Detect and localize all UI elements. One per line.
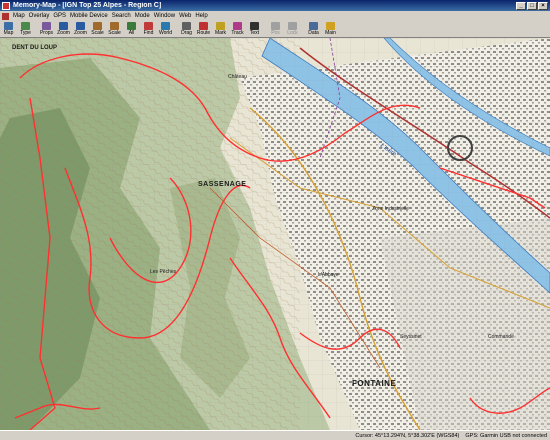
label-commande: Commande [488, 334, 514, 340]
toolbar-label: Main [325, 30, 336, 36]
data-icon [309, 22, 318, 30]
lock-icon [288, 22, 297, 30]
toolbar-button-props-2[interactable]: Props [38, 21, 55, 36]
zoom-in-icon [59, 22, 68, 30]
cursor-position: Cursor: 45°13.294'N, 5°38.302'E (WGS84) [355, 432, 460, 439]
minimize-button[interactable]: _ [516, 1, 526, 10]
app-icon [2, 1, 10, 10]
document-icon[interactable] [2, 12, 9, 20]
title-bar: Memory-Map - [IGN Top 25 Alpes - Region … [0, 0, 550, 11]
mark-icon [216, 22, 225, 30]
menu-mobile-device[interactable]: Mobile Device [68, 13, 110, 19]
find-icon [144, 22, 153, 30]
label-dent: DENT DU LOUP [12, 45, 57, 51]
toolbar-button-data-17[interactable]: Data [305, 21, 322, 36]
toolbar-button-zoom-3[interactable]: Zoom [55, 21, 72, 36]
toolbar-label: Route [196, 30, 211, 36]
world-icon [161, 22, 170, 30]
toolbar-label: Lock [287, 30, 298, 36]
all-icon [127, 22, 136, 30]
toolbar-button-all-7[interactable]: All [123, 21, 140, 36]
toolbar-label: All [128, 30, 135, 36]
toolbar-button-scale-5[interactable]: Scale [89, 21, 106, 36]
menu-search[interactable]: Search [110, 13, 133, 19]
position-icon [271, 22, 280, 30]
toolbar-label: Props [39, 30, 54, 36]
window-title: Memory-Map - [IGN Top 25 Alpes - Region … [13, 2, 162, 9]
gps-status: GPS: Garmin USB not connected [465, 432, 547, 439]
maximize-button[interactable]: □ [527, 1, 537, 10]
menu-web[interactable]: Web [177, 13, 193, 19]
toolbar-label: Find [143, 30, 154, 36]
track-icon [233, 22, 242, 30]
toolbar-button-route-11[interactable]: Route [195, 21, 212, 36]
props-icon [42, 22, 51, 30]
toolbar-label: Text [249, 30, 260, 36]
scale-icon [93, 22, 102, 30]
map-icon [4, 22, 13, 30]
main-icon [326, 22, 335, 30]
toolbar-label: Scale [91, 30, 104, 36]
menu-mode[interactable]: Mode [133, 13, 152, 19]
toolbar-label: Type [20, 30, 31, 36]
toolbar-button-world-9[interactable]: World [157, 21, 174, 36]
text-icon [250, 22, 259, 30]
toolbar-button-scale-6[interactable]: Scale [106, 21, 123, 36]
zoom-out-icon [76, 22, 85, 30]
type-icon [21, 22, 30, 30]
route-icon [199, 22, 208, 30]
toolbar-label: Map [3, 30, 14, 36]
label-sassenage: SASSENAGE [198, 181, 246, 188]
menu-window[interactable]: Window [152, 13, 177, 19]
window-controls: _ □ × [516, 1, 548, 10]
toolbar-label: Scale [108, 30, 121, 36]
topographic-map[interactable]: DENT DU LOUP SASSENAGE FONTAINE Château … [0, 38, 550, 430]
toolbar-button-mark-12[interactable]: Mark [212, 21, 229, 36]
menu-bar: Map Overlay GPS Mobile Device Search Mod… [0, 11, 550, 21]
menu-overlay[interactable]: Overlay [27, 13, 52, 19]
toolbar-button-drag-10[interactable]: Drag [178, 21, 195, 36]
label-seyssinet: Seyssinet [400, 334, 422, 340]
label-chateau: Château [228, 74, 247, 80]
toolbar-label: Mark [214, 30, 227, 36]
map-view[interactable]: DENT DU LOUP SASSENAGE FONTAINE Château … [0, 38, 550, 430]
toolbar-label: Pos [271, 30, 280, 36]
label-abbaye: L'Abbaye [318, 272, 339, 278]
toolbar-label: Drag [181, 30, 192, 36]
toolbar-button-find-8[interactable]: Find [140, 21, 157, 36]
toolbar-label: Zoom [57, 30, 70, 36]
toolbar-label: World [159, 30, 172, 36]
toolbar-label: Data [308, 30, 319, 36]
menu-map[interactable]: Map [11, 13, 27, 19]
toolbar-button-main-18[interactable]: Main [322, 21, 339, 36]
drag-icon [182, 22, 191, 30]
scale-down-icon [110, 22, 119, 30]
toolbar-button-lock-16[interactable]: Lock [284, 21, 301, 36]
toolbar-button-map-0[interactable]: Map [0, 21, 17, 36]
toolbar-button-text-14[interactable]: Text [246, 21, 263, 36]
menu-gps[interactable]: GPS [51, 13, 68, 19]
toolbar-button-track-13[interactable]: Track [229, 21, 246, 36]
toolbar-label: Track [231, 30, 244, 36]
menu-help[interactable]: Help [193, 13, 209, 19]
toolbar: Map Type Props Zoom Zoom Scale Scale All Find Wor… [0, 21, 550, 38]
label-fontaine: FONTAINE [352, 379, 396, 388]
label-zone-ind: Zone Industrielle [372, 206, 409, 212]
toolbar-button-pos-15[interactable]: Pos [267, 21, 284, 36]
toolbar-button-zoom-4[interactable]: Zoom [72, 21, 89, 36]
label-peches: Les Pêches [150, 269, 177, 275]
toolbar-label: Zoom [74, 30, 87, 36]
toolbar-button-type-1[interactable]: Type [17, 21, 34, 36]
close-button[interactable]: × [538, 1, 548, 10]
